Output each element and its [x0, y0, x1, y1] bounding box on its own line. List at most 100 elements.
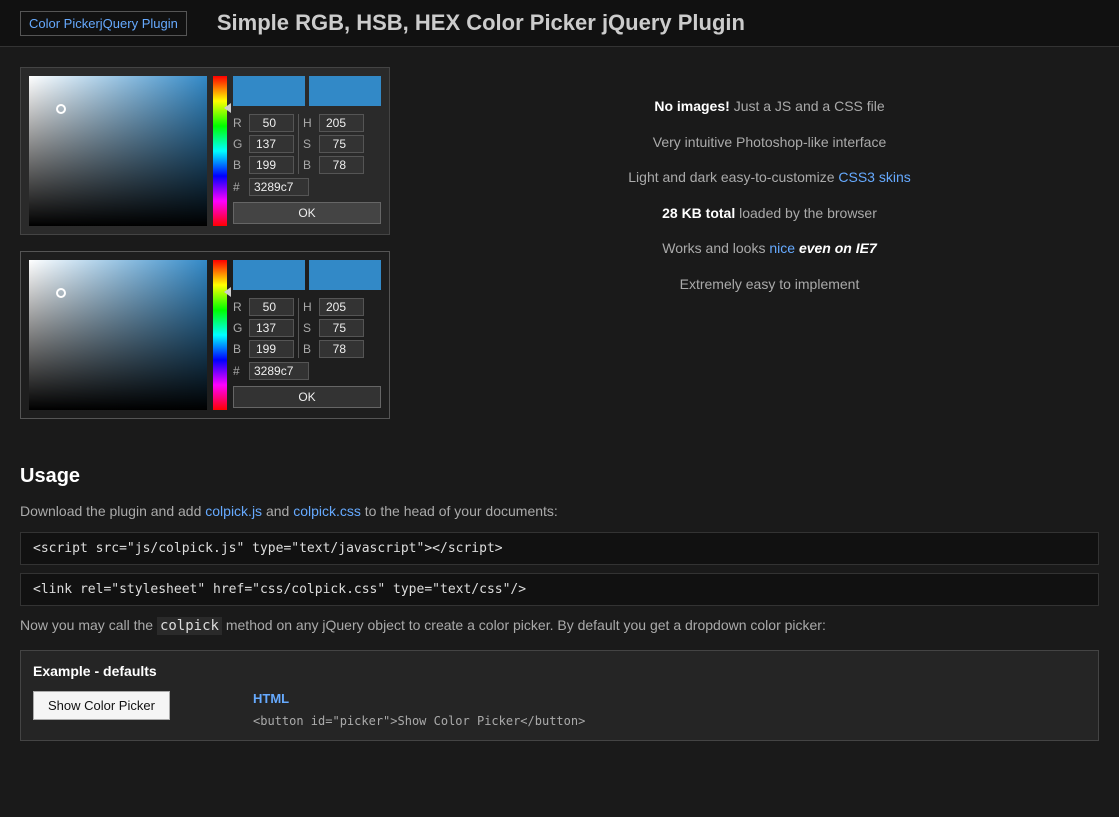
bv-input-row-light: B — [303, 156, 364, 174]
g-input-light[interactable] — [249, 135, 294, 153]
show-picker-button[interactable]: Show Color Picker — [33, 691, 170, 720]
example-box: Example - defaults Show Color Picker HTM… — [20, 650, 1099, 741]
rgb-col-light: R G B — [233, 114, 294, 174]
usage-desc-2: Now you may call the colpick method on a… — [20, 614, 1099, 637]
example-header: Example - defaults — [33, 663, 1086, 679]
bv-input-light[interactable] — [319, 156, 364, 174]
s-label-light: S — [303, 137, 315, 151]
preview-row-light — [233, 76, 381, 106]
example-right: HTML <button id="picker">Show Color Pick… — [253, 691, 1086, 728]
bv-input-row-dark: B — [303, 340, 364, 358]
feature-highlight-4: 28 KB total — [662, 205, 735, 221]
hsb-col-dark: H S B — [303, 298, 364, 358]
hue-strip-inner-dark — [213, 260, 227, 410]
code-block-2: <link rel="stylesheet" href="css/colpick… — [20, 573, 1099, 606]
hex-input-light[interactable] — [249, 178, 309, 196]
feature-ie7: Works and looks nice even on IE7 — [480, 239, 1059, 259]
g-input-dark[interactable] — [249, 319, 294, 337]
b-input-light[interactable] — [249, 156, 294, 174]
col-sep-dark — [298, 298, 299, 358]
html-code: <button id="picker">Show Color Picker</b… — [253, 714, 585, 728]
r-label-dark: R — [233, 300, 245, 314]
hex-label-dark: # — [233, 364, 245, 378]
hex-label-light: # — [233, 180, 245, 194]
b-input-row-dark: B — [233, 340, 294, 358]
bv-label-dark: B — [303, 342, 315, 356]
h-input-dark[interactable] — [319, 298, 364, 316]
r-input-row-light: R — [233, 114, 294, 132]
b-label-dark: B — [233, 342, 245, 356]
r-label-light: R — [233, 116, 245, 130]
controls-panel-light: R G B — [233, 76, 381, 226]
example-content: Show Color Picker HTML <button id="picke… — [33, 691, 1086, 728]
main-content: R G B — [0, 47, 1119, 455]
feature-text-6: Extremely easy to implement — [680, 276, 860, 292]
site-title-link[interactable]: Color PickerjQuery Plugin — [20, 11, 187, 36]
usage-heading: Usage — [20, 465, 1099, 488]
b-input-dark[interactable] — [249, 340, 294, 358]
g-label-light: G — [233, 137, 245, 151]
preview-new-dark — [233, 260, 305, 290]
hsb-col-light: H S B — [303, 114, 364, 174]
feature-text-2: Very intuitive Photoshop-like interface — [653, 134, 886, 150]
h-label-dark: H — [303, 300, 315, 314]
s-input-light[interactable] — [319, 135, 364, 153]
controls-cols-light: R G B — [233, 114, 381, 174]
ok-button-dark[interactable]: OK — [233, 386, 381, 408]
usage-desc-2-before: Now you may call the — [20, 617, 157, 633]
b-input-row-light: B — [233, 156, 294, 174]
feature-highlight-3: CSS3 skins — [838, 169, 910, 185]
controls-panel-dark: R G B — [233, 260, 381, 410]
hue-strip-inner-light — [213, 76, 227, 226]
controls-cols-dark: R G B — [233, 298, 381, 358]
hex-row-light: # — [233, 178, 381, 196]
gradient-box-light[interactable] — [29, 76, 207, 226]
hue-arrow-light — [224, 103, 231, 113]
feature-intuitive: Very intuitive Photoshop-like interface — [480, 133, 1059, 153]
h-label-light: H — [303, 116, 315, 130]
preview-new-light — [233, 76, 305, 106]
hex-input-dark[interactable] — [249, 362, 309, 380]
hue-strip-light[interactable] — [213, 76, 227, 226]
rgb-col-dark: R G B — [233, 298, 294, 358]
features-list: No images! Just a JS and a CSS file Very… — [480, 87, 1059, 295]
ok-button-light[interactable]: OK — [233, 202, 381, 224]
preview-row-dark — [233, 260, 381, 290]
feature-text-4: loaded by the browser — [739, 205, 877, 221]
colpick-js-link[interactable]: colpick.js — [205, 503, 262, 519]
r-input-light[interactable] — [249, 114, 294, 132]
usage-desc-1-before: Download the plugin and add — [20, 503, 205, 519]
g-input-row-light: G — [233, 135, 294, 153]
s-label-dark: S — [303, 321, 315, 335]
h-input-light[interactable] — [319, 114, 364, 132]
h-input-row-light: H — [303, 114, 364, 132]
header: Color PickerjQuery Plugin Simple RGB, HS… — [0, 0, 1119, 47]
feature-highlight-5b: even on IE7 — [799, 240, 877, 256]
feature-size: 28 KB total loaded by the browser — [480, 204, 1059, 224]
s-input-dark[interactable] — [319, 319, 364, 337]
left-panel: R G B — [20, 67, 420, 435]
html-label: HTML — [253, 691, 1086, 706]
usage-section: Usage Download the plugin and add colpic… — [0, 455, 1119, 761]
colpick-css-link[interactable]: colpick.css — [293, 503, 361, 519]
feature-easy: Extremely easy to implement — [480, 275, 1059, 295]
gradient-box-dark[interactable] — [29, 260, 207, 410]
preview-old-light — [309, 76, 381, 106]
h-input-row-dark: H — [303, 298, 364, 316]
feature-skins: Light and dark easy-to-customize CSS3 sk… — [480, 168, 1059, 188]
s-input-row-light: S — [303, 135, 364, 153]
g-label-dark: G — [233, 321, 245, 335]
hue-strip-dark[interactable] — [213, 260, 227, 410]
code-block-1: <script src="js/colpick.js" type="text/j… — [20, 532, 1099, 565]
r-input-dark[interactable] — [249, 298, 294, 316]
bv-input-dark[interactable] — [319, 340, 364, 358]
right-panel: No images! Just a JS and a CSS file Very… — [440, 67, 1099, 435]
usage-desc-1: Download the plugin and add colpick.js a… — [20, 500, 1099, 522]
feature-text-5a: Works and looks — [662, 240, 769, 256]
page-title: Simple RGB, HSB, HEX Color Picker jQuery… — [217, 10, 745, 36]
col-sep-light — [298, 114, 299, 174]
feature-text-3a: Light and dark easy-to-customize — [628, 169, 838, 185]
bv-label-light: B — [303, 158, 315, 172]
r-input-row-dark: R — [233, 298, 294, 316]
gradient-dark-layer-dark — [29, 260, 207, 410]
